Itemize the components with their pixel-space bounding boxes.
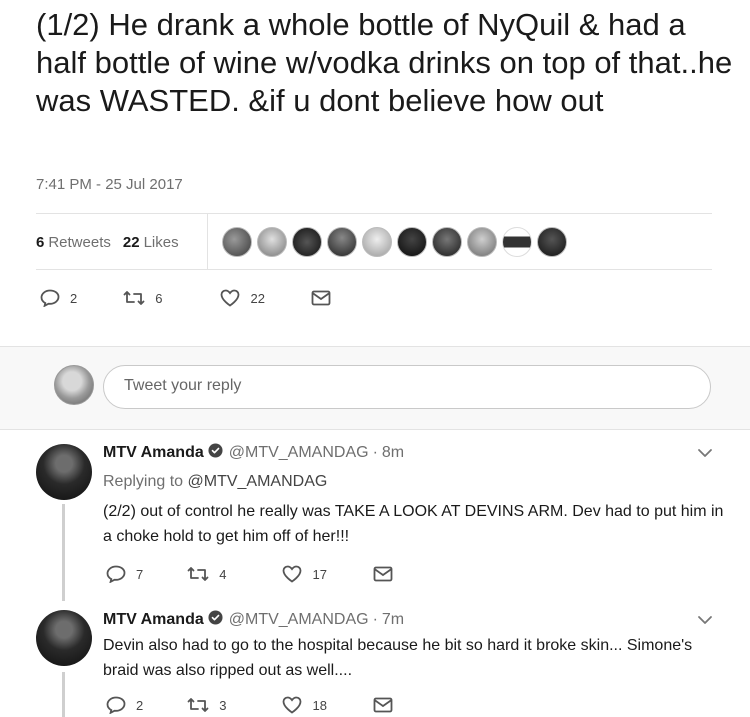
avatar[interactable] bbox=[36, 444, 92, 500]
tweet-timestamp[interactable]: 7:41 PM - 25 Jul 2017 bbox=[36, 176, 183, 193]
reply-tweet[interactable]: MTV Amanda @MTV_AMANDAG · 7m Devin also … bbox=[0, 598, 750, 717]
reply-count: 7 bbox=[136, 566, 144, 582]
like-count: 17 bbox=[312, 566, 327, 582]
chevron-down-icon[interactable] bbox=[697, 612, 713, 630]
retweets-label: Retweets bbox=[48, 233, 111, 251]
reply-count: 2 bbox=[136, 697, 144, 713]
tweet-stats: 6 Retweets 22 Likes bbox=[36, 228, 191, 256]
author-name[interactable]: MTV Amanda bbox=[103, 444, 204, 462]
retweet-button[interactable]: 6 bbox=[123, 290, 162, 306]
heart-icon bbox=[282, 565, 302, 583]
envelope-icon bbox=[311, 290, 331, 306]
tweet-header: MTV Amanda @MTV_AMANDAG · 7m bbox=[103, 610, 404, 630]
stats-divider bbox=[207, 214, 208, 269]
reply-icon bbox=[106, 696, 126, 714]
likes-count: 22 bbox=[122, 233, 140, 251]
envelope-icon bbox=[373, 566, 393, 582]
author-handle[interactable]: @MTV_AMANDAG bbox=[229, 611, 369, 629]
tweet-header: MTV Amanda @MTV_AMANDAG · 8m bbox=[103, 443, 404, 463]
heart-icon bbox=[220, 289, 240, 307]
replying-to: Replying to @MTV_AMANDAG bbox=[103, 473, 327, 491]
user-avatar bbox=[54, 365, 94, 405]
likes-stat[interactable]: 22 Likes bbox=[123, 234, 179, 251]
dm-button[interactable] bbox=[311, 290, 331, 306]
liker-avatar[interactable] bbox=[222, 227, 252, 257]
liker-avatar[interactable] bbox=[397, 227, 427, 257]
tweet-text: (1/2) He drank a whole bottle of NyQuil … bbox=[36, 7, 733, 118]
liker-avatars bbox=[222, 227, 572, 257]
reply-tweet[interactable]: MTV Amanda @MTV_AMANDAG · 8m Replying to… bbox=[0, 431, 750, 601]
reply-icon bbox=[40, 289, 60, 307]
retweet-icon bbox=[187, 566, 209, 582]
chevron-down-icon[interactable] bbox=[697, 445, 713, 463]
tweet-actions: 7 4 17 bbox=[106, 565, 423, 583]
retweets-stat[interactable]: 6 Retweets bbox=[36, 234, 111, 251]
liker-avatar[interactable] bbox=[467, 227, 497, 257]
reply-button[interactable]: 2 bbox=[40, 289, 77, 307]
dm-button[interactable] bbox=[373, 566, 393, 582]
retweet-count: 6 bbox=[155, 290, 163, 306]
like-button[interactable]: 22 bbox=[220, 289, 265, 307]
dm-button[interactable] bbox=[373, 697, 393, 713]
retweet-count: 3 bbox=[219, 697, 227, 713]
main-tweet: (1/2) He drank a whole bottle of NyQuil … bbox=[0, 0, 750, 345]
retweet-count: 4 bbox=[219, 566, 227, 582]
tweet-actions: 2 6 22 bbox=[40, 289, 361, 307]
divider bbox=[36, 269, 712, 270]
heart-icon bbox=[282, 696, 302, 714]
tweet-time[interactable]: 7m bbox=[382, 611, 404, 629]
replying-prefix: Replying to bbox=[103, 473, 184, 490]
reply-icon bbox=[106, 565, 126, 583]
retweet-button[interactable]: 4 bbox=[187, 566, 226, 582]
liker-avatar[interactable] bbox=[362, 227, 392, 257]
envelope-icon bbox=[373, 697, 393, 713]
verified-badge-icon bbox=[208, 443, 223, 463]
retweet-icon bbox=[123, 290, 145, 306]
tweet-text: Devin also had to go to the hospital bec… bbox=[103, 637, 693, 679]
like-button[interactable]: 17 bbox=[282, 565, 327, 583]
separator: · bbox=[372, 444, 378, 461]
tweet-text: (2/2) out of control he really was TAKE … bbox=[103, 503, 724, 545]
tweet-time[interactable]: 8m bbox=[382, 444, 404, 462]
avatar[interactable] bbox=[36, 610, 92, 666]
liker-avatar[interactable] bbox=[327, 227, 357, 257]
likes-label: Likes bbox=[143, 233, 179, 251]
liker-avatar[interactable] bbox=[292, 227, 322, 257]
divider bbox=[36, 213, 712, 214]
thread-line bbox=[62, 672, 65, 717]
tweet-actions: 2 3 18 bbox=[106, 696, 423, 714]
liker-avatar[interactable] bbox=[432, 227, 462, 257]
author-name[interactable]: MTV Amanda bbox=[103, 611, 204, 629]
reply-count: 2 bbox=[70, 290, 78, 306]
reply-composer: Tweet your reply bbox=[0, 346, 750, 430]
liker-avatar[interactable] bbox=[537, 227, 567, 257]
liker-avatar[interactable] bbox=[502, 227, 532, 257]
thread-line bbox=[62, 504, 65, 601]
retweet-button[interactable]: 3 bbox=[187, 697, 226, 713]
reply-button[interactable]: 2 bbox=[106, 696, 143, 714]
like-count: 22 bbox=[250, 290, 265, 306]
verified-badge-icon bbox=[208, 610, 223, 630]
separator: · bbox=[372, 611, 378, 628]
like-count: 18 bbox=[312, 697, 327, 713]
reply-button[interactable]: 7 bbox=[106, 565, 143, 583]
liker-avatar[interactable] bbox=[257, 227, 287, 257]
retweets-count: 6 bbox=[36, 233, 45, 251]
reply-input[interactable]: Tweet your reply bbox=[103, 365, 711, 409]
replying-mention[interactable]: @MTV_AMANDAG bbox=[188, 473, 328, 490]
author-handle[interactable]: @MTV_AMANDAG bbox=[229, 444, 369, 462]
retweet-icon bbox=[187, 697, 209, 713]
like-button[interactable]: 18 bbox=[282, 696, 327, 714]
